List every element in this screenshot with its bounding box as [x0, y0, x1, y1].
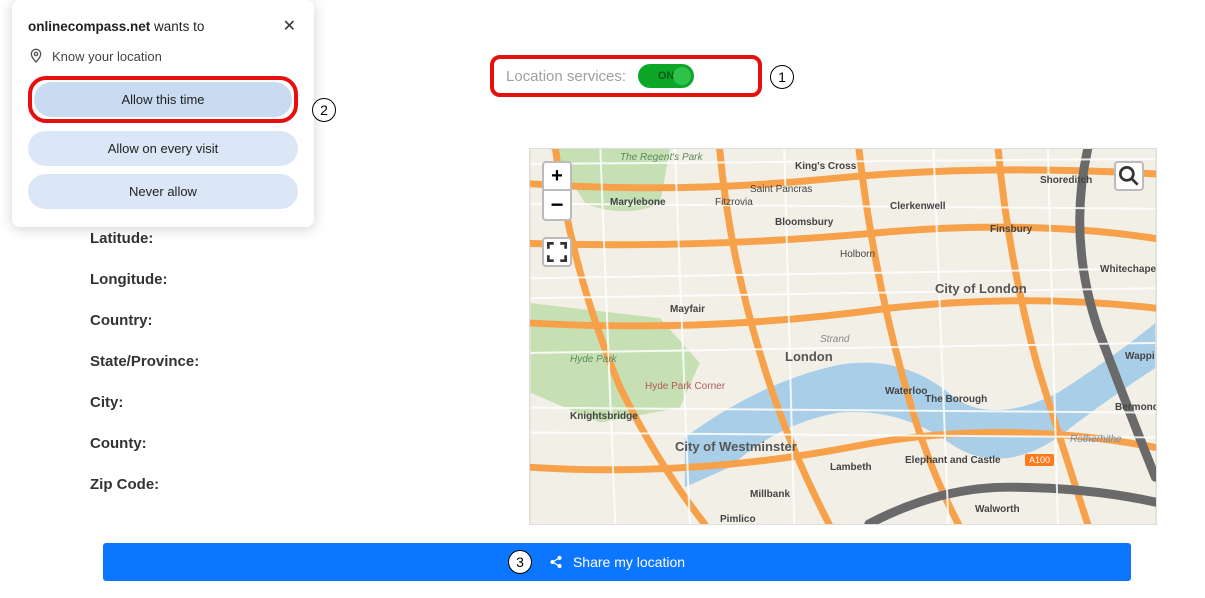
city-label: City:	[90, 394, 199, 411]
annotation-2: 2	[312, 98, 336, 122]
map-svg	[530, 149, 1156, 524]
fullscreen-button[interactable]	[542, 237, 572, 267]
latitude-label: Latitude:	[90, 230, 199, 247]
zip-code-label: Zip Code:	[90, 476, 199, 493]
toggle-state-text: ON	[658, 70, 675, 82]
location-services-label: Location services:	[506, 68, 626, 85]
permission-wants-to: wants to	[154, 19, 204, 34]
share-button-label: Share my location	[573, 554, 685, 570]
zoom-in-button[interactable]: +	[542, 161, 572, 191]
allow-every-visit-button[interactable]: Allow on every visit	[28, 131, 298, 166]
permission-site: onlinecompass.net	[28, 19, 150, 34]
annotation-1: 1	[770, 65, 794, 89]
permission-detail-text: Know your location	[52, 49, 162, 64]
country-label: Country:	[90, 312, 199, 329]
location-info-list: Latitude: Longitude: Country: State/Prov…	[90, 230, 199, 493]
longitude-label: Longitude:	[90, 271, 199, 288]
permission-detail-row: Know your location	[28, 48, 298, 64]
never-allow-button[interactable]: Never allow	[28, 174, 298, 209]
annotation-3: 3	[508, 550, 532, 574]
share-icon	[549, 555, 563, 569]
search-icon	[1116, 163, 1142, 189]
highlight-allow-this-time: Allow this time	[28, 76, 298, 123]
location-services-toggle[interactable]: ON	[638, 64, 694, 88]
permission-title: onlinecompass.net wants to	[28, 19, 204, 34]
share-location-button[interactable]: Share my location	[103, 543, 1131, 581]
close-icon[interactable]: ✕	[281, 14, 298, 38]
zoom-out-button[interactable]: −	[542, 191, 572, 221]
map-search-button[interactable]	[1114, 161, 1144, 191]
location-pin-icon	[28, 48, 44, 64]
map-viewport[interactable]: The Regent's Park King's Cross Shoreditc…	[529, 148, 1157, 525]
county-label: County:	[90, 435, 199, 452]
fullscreen-icon	[544, 239, 570, 265]
location-services-panel: Location services: ON	[490, 55, 762, 97]
permission-dialog: onlinecompass.net wants to ✕ Know your l…	[12, 0, 314, 227]
road-badge-a100: A100	[1025, 454, 1054, 466]
state-province-label: State/Province:	[90, 353, 199, 370]
allow-this-time-button[interactable]: Allow this time	[34, 82, 292, 117]
